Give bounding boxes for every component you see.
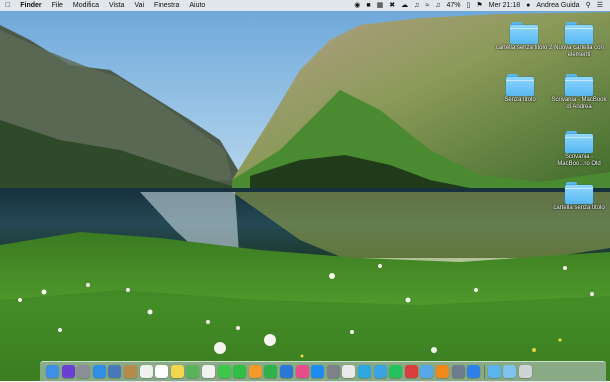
folder-label: Scrivania - MacBook di Andrea [551,97,607,110]
folder-icon [565,131,593,153]
menu-file[interactable]: File [47,0,68,11]
pages-icon[interactable] [248,365,262,378]
folder-label: Nuova cartella con elementi [554,45,604,58]
dock [40,361,606,382]
keynote-icon[interactable] [280,365,293,378]
desktop-folder[interactable]: Senza titolo [490,74,550,104]
folder-label: Senza titolo [504,97,536,103]
menu-vista[interactable]: Vista [104,0,129,11]
folder-label: Scrivania - MacBoo...ro Old [557,154,601,167]
status-x-icon[interactable]: ✖ [386,0,398,11]
desktop-folder[interactable]: Scrivania - MacBoo...ro Old [549,131,609,168]
tasks-icon[interactable] [404,365,418,378]
trash-icon[interactable] [519,365,532,378]
folder-icon [506,74,534,96]
facetime-icon[interactable] [233,365,247,378]
menu-app-name[interactable]: Finder [15,0,46,11]
cloud-icon[interactable] [420,365,434,378]
apple-icon[interactable]:  [0,0,15,11]
whatsapp-icon[interactable] [389,365,403,378]
status-music-icon[interactable]: ♫ [411,0,422,11]
stickies-icon[interactable] [170,365,184,378]
preview-icon[interactable] [451,365,465,378]
user-name[interactable]: Andrea Guida [533,0,582,11]
folder-icon [565,22,593,44]
itunes-icon[interactable] [295,365,309,378]
volume-icon[interactable]: ♫ [432,0,443,11]
wifi-icon[interactable]: ≈ [422,0,432,11]
status-evernote-icon[interactable]: ■ [363,0,373,11]
reminders-icon[interactable] [139,365,153,378]
menu-modifica[interactable]: Modifica [68,0,104,11]
siri-icon[interactable] [61,365,75,378]
downloads-folder-icon[interactable] [487,365,501,378]
folder-icon [510,22,538,44]
numbers-icon[interactable] [264,365,278,378]
safari-icon[interactable] [92,365,106,378]
dock-separator [483,365,485,379]
folder-label: cartella senza titolo 2 [495,45,553,51]
photos-icon[interactable] [202,365,215,378]
telegram-icon[interactable] [358,365,371,378]
user-avatar-icon[interactable]: ● [523,0,533,11]
desktop-wallpaper [0,0,610,381]
desktop-folder[interactable]: Scrivania - MacBook di Andrea [549,74,609,111]
vlc-icon[interactable] [436,365,449,378]
desktop-folder[interactable]: cartella senza titolo 2 [494,22,554,52]
menu-bar:  Finder File Modifica Vista Vai Finestr… [0,0,610,11]
menu-vai[interactable]: Vai [129,0,149,11]
dropbox-icon[interactable] [467,365,481,378]
messages-icon[interactable] [217,365,231,378]
maps-icon[interactable] [186,365,200,378]
launchpad-icon[interactable] [77,365,91,378]
photo-app-icon[interactable] [108,365,122,378]
documents-folder-icon[interactable] [503,365,517,378]
flag-icon[interactable]: ⚑ [473,0,485,11]
folder-icon [565,74,593,96]
system-preferences-icon[interactable] [326,365,340,378]
spotlight-search-icon[interactable]: ⚲ [583,0,594,11]
menu-finestra[interactable]: Finestra [149,0,184,11]
status-clipboard-icon[interactable]: ▦ [374,0,387,11]
calendar-icon[interactable] [155,365,169,378]
clock[interactable]: Mer 21:18 [486,0,524,11]
textedit-icon[interactable] [342,365,356,378]
folder-icon [565,182,593,204]
app-store-icon[interactable] [311,365,325,378]
desktop-folder[interactable]: Nuova cartella con elementi [549,22,609,59]
notification-center-icon[interactable]: ☰ [594,0,606,11]
battery-percent[interactable]: 47% [443,0,463,11]
menu-aiuto[interactable]: Aiuto [184,0,210,11]
tweetbot-icon[interactable] [373,365,387,378]
folder-label: cartella senza titolo [553,205,605,211]
battery-icon[interactable]: ▯ [463,0,473,11]
desktop-folder[interactable]: cartella senza titolo [549,182,609,212]
status-cloud-icon[interactable]: ☁ [398,0,411,11]
notes-book-icon[interactable] [124,365,137,378]
status-menu-icon[interactable]: ◉ [351,0,363,11]
finder-icon[interactable] [46,365,59,378]
